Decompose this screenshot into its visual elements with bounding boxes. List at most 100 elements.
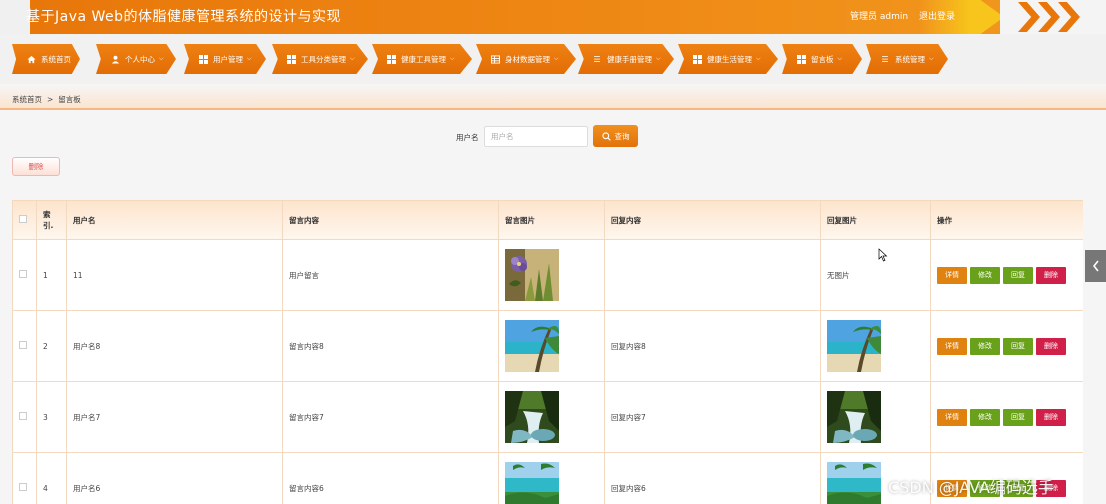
edit-button[interactable]: 修改 (970, 408, 1000, 426)
row-reply: 回复内容7 (604, 381, 821, 453)
delete-button[interactable]: 删除 (1036, 408, 1066, 426)
search-icon (601, 131, 611, 141)
row-image-cell (498, 239, 605, 311)
row-actions: 详情 修改 回复 删除 (930, 381, 1083, 453)
app-title: 基于Java Web的体脂健康管理系统的设计与实现 (26, 9, 342, 25)
nav-item-profile[interactable]: 个人中心 ⌵ (96, 44, 176, 74)
row-reply-image: 无图片 (820, 239, 931, 311)
grid-icon (198, 54, 208, 64)
row-checkbox-cell (12, 452, 37, 504)
chevron-down-icon: ⌵ (929, 55, 934, 62)
row-content: 留言内容7 (282, 381, 499, 453)
nav-label: 健康工具管理 (401, 54, 446, 64)
select-all-cell (12, 200, 37, 240)
nav-item-home[interactable]: 系统首页 (12, 44, 80, 74)
main-nav: 系统首页 个人中心 ⌵ 用户管理 ⌵ 工具分类管理 ⌵ 健康工具管理 ⌵ 身材数… (0, 34, 1106, 84)
row-checkbox[interactable] (19, 483, 27, 491)
reply-button[interactable]: 回复 (1003, 266, 1033, 284)
row-index: 3 (36, 381, 67, 453)
nav-item-healthy-life[interactable]: 健康生活管理 ⌵ (678, 44, 778, 74)
batch-delete-button[interactable]: 删除 (12, 157, 60, 176)
search-button[interactable]: 查询 (593, 125, 638, 147)
row-image-cell (498, 452, 605, 504)
chevron-down-icon: ⌵ (656, 55, 661, 62)
delete-button[interactable]: 删除 (1036, 266, 1066, 284)
chevron-down-icon: ⌵ (159, 55, 164, 62)
chevron-left-icon (1092, 260, 1099, 272)
watermark: CSDN @JAVA编码选手 (888, 478, 1054, 497)
nav-item-tool-category[interactable]: 工具分类管理 ⌵ (272, 44, 368, 74)
side-collapse-tab[interactable] (1085, 250, 1106, 282)
chevron-down-icon: ⌵ (756, 55, 761, 62)
search-button-label: 查询 (614, 131, 630, 141)
nav-item-body-data[interactable]: 身材数据管理 ⌵ (476, 44, 576, 74)
delete-button[interactable]: 删除 (1036, 337, 1066, 355)
flower-image[interactable] (505, 249, 559, 301)
list-icon: ☰ (593, 54, 601, 64)
row-username: 用户名7 (66, 381, 283, 453)
grid-icon (386, 54, 396, 64)
row-actions: 详情 修改 回复 删除 (930, 239, 1083, 311)
user-info: 管理员 admin 退出登录 (850, 9, 963, 22)
home-icon (26, 54, 36, 64)
breadcrumb-separator: > (47, 95, 54, 104)
reply-button[interactable]: 回复 (1003, 408, 1033, 426)
breadcrumb-current: 留言板 (58, 95, 81, 104)
row-actions: 详情 修改 回复 删除 (930, 310, 1083, 382)
breadcrumb: 系统首页 > 留言板 (12, 94, 81, 105)
chevron-down-icon: ⌵ (554, 55, 559, 62)
nav-item-handbook[interactable]: ☰ 健康手册管理 ⌵ (578, 44, 674, 74)
header-actions: 操作 (930, 200, 1083, 240)
nav-label: 健康生活管理 (707, 54, 752, 64)
nav-item-health-tools[interactable]: 健康工具管理 ⌵ (372, 44, 472, 74)
tropical-image[interactable] (505, 462, 559, 504)
message-table: 索 引. 用户名 留言内容 留言图片 回复内容 回复图片 操作 1 11 用户留… (12, 200, 1083, 504)
beach-image[interactable] (827, 320, 881, 372)
detail-button[interactable]: 详情 (937, 408, 967, 426)
search-input[interactable] (484, 126, 588, 147)
row-content: 留言内容6 (282, 452, 499, 504)
edit-button[interactable]: 修改 (970, 266, 1000, 284)
breadcrumb-home[interactable]: 系统首页 (12, 95, 42, 104)
nav-label: 留言板 (811, 54, 834, 64)
nav-item-users[interactable]: 用户管理 ⌵ (184, 44, 266, 74)
reply-button[interactable]: 回复 (1003, 337, 1033, 355)
row-checkbox[interactable] (19, 341, 27, 349)
nav-item-system[interactable]: ☰ 系统管理 ⌵ (866, 44, 948, 74)
grid-icon (286, 54, 296, 64)
header-index-line1: 索 (43, 210, 51, 219)
tropical-image[interactable] (827, 462, 881, 504)
row-checkbox-cell (12, 310, 37, 382)
nav-label: 系统管理 (895, 54, 925, 64)
nav-item-message-board[interactable]: 留言板 ⌵ (782, 44, 862, 74)
row-username: 11 (66, 239, 283, 311)
edit-button[interactable]: 修改 (970, 337, 1000, 355)
row-username: 用户名6 (66, 452, 283, 504)
row-checkbox-cell (12, 381, 37, 453)
chevron-down-icon: ⌵ (450, 55, 455, 62)
search-label: 用户名 (456, 133, 479, 142)
user-icon (110, 54, 120, 64)
row-reply: 回复内容8 (604, 310, 821, 382)
beach-image[interactable] (505, 320, 559, 372)
waterfall-image[interactable] (827, 391, 881, 443)
nav-label: 系统首页 (41, 54, 71, 64)
waterfall-image[interactable] (505, 391, 559, 443)
row-index: 1 (36, 239, 67, 311)
row-checkbox[interactable] (19, 412, 27, 420)
table-icon (490, 54, 500, 64)
header-index-line2: 引. (43, 221, 54, 230)
logout-link[interactable]: 退出登录 (919, 12, 955, 22)
detail-button[interactable]: 详情 (937, 266, 967, 284)
list-icon: ☰ (881, 54, 889, 64)
chevron-down-icon: ⌵ (247, 55, 252, 62)
detail-button[interactable]: 详情 (937, 337, 967, 355)
row-checkbox[interactable] (19, 270, 27, 278)
select-all-checkbox[interactable] (19, 215, 27, 223)
nav-label: 健康手册管理 (607, 54, 652, 64)
header-username: 用户名 (66, 200, 283, 240)
table-header-row: 索 引. 用户名 留言内容 留言图片 回复内容 回复图片 操作 (12, 200, 1083, 240)
header-image: 留言图片 (498, 200, 605, 240)
current-user: 管理员 admin (850, 12, 909, 22)
nav-label: 用户管理 (213, 54, 243, 64)
